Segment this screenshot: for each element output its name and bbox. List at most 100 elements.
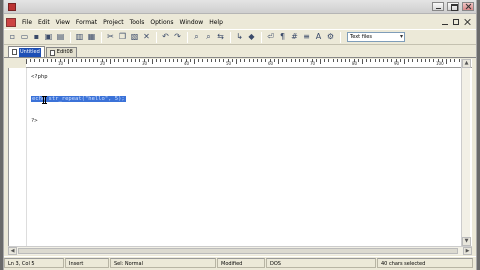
minimize-button[interactable]	[432, 2, 444, 11]
ruler-tick	[458, 59, 460, 62]
menu-tools[interactable]: Tools	[127, 19, 148, 26]
menu-format[interactable]: Format	[73, 19, 100, 26]
ruler-tick	[131, 59, 132, 62]
ruler-tick	[290, 59, 292, 62]
status-selection-info: 40 chars selected	[377, 258, 473, 268]
horizontal-scrollbar[interactable]: ◀ ▶	[8, 246, 472, 255]
cut-icon[interactable]: ✂	[105, 32, 116, 43]
menu-file[interactable]: File	[19, 19, 35, 26]
doc-close-button[interactable]	[464, 19, 470, 25]
editor-gutter	[9, 68, 27, 246]
undo-icon[interactable]: ↶	[160, 32, 171, 43]
redo-icon[interactable]: ↷	[172, 32, 183, 43]
word-wrap-icon[interactable]: ⏎	[265, 32, 276, 43]
scroll-thumb[interactable]	[18, 248, 458, 254]
ruler-tick	[219, 59, 221, 62]
ruler-tick	[30, 59, 32, 62]
ruler-tick	[160, 59, 162, 62]
ruler-tick	[446, 59, 447, 64]
ruler-number: 40	[184, 61, 190, 66]
save-all-icon[interactable]: ▣	[43, 32, 54, 43]
line-numbers-icon[interactable]: #	[289, 32, 300, 43]
tab-edit08[interactable]: Edit08	[45, 47, 77, 57]
scroll-left-icon[interactable]: ◀	[8, 247, 17, 255]
doc-minimize-button[interactable]	[442, 19, 448, 25]
document-menu-icon[interactable]	[6, 17, 16, 27]
settings-icon[interactable]: ⚙	[325, 32, 336, 43]
toolbar-separator	[261, 31, 262, 43]
menu-view[interactable]: View	[53, 19, 73, 26]
maximize-button[interactable]	[447, 2, 459, 11]
app-icon	[8, 3, 16, 11]
file-type-select[interactable]: Text files	[347, 32, 405, 42]
ruler-tick	[454, 59, 456, 62]
status-insert-mode: Insert	[65, 258, 109, 268]
menu-help[interactable]: Help	[206, 19, 226, 26]
font-icon[interactable]: A	[313, 32, 324, 43]
ruler-tick	[152, 59, 153, 64]
code-line: <?php	[31, 74, 48, 80]
ruler-tick	[42, 59, 44, 62]
menu-project[interactable]: Project	[100, 19, 127, 26]
ruler-tick	[156, 59, 158, 62]
ruler-tick	[248, 59, 250, 62]
text-editor[interactable]: <?php echo str_repeat("hello", 5); ?>	[8, 68, 472, 246]
copy-icon[interactable]: ❐	[117, 32, 128, 43]
find-icon[interactable]: ⌕	[191, 32, 202, 43]
ruler-tick	[261, 59, 263, 62]
tab-untitled[interactable]: Untitled	[8, 46, 45, 57]
menu-options[interactable]: Options	[147, 19, 176, 26]
ruler-tick	[189, 59, 191, 62]
toolbar: ▫ ▭ ▪ ▣ ▤ ▥ ▦ ✂ ❐ ▧ ✕ ↶ ↷ ⌕ ⌕ ⇆ ↳ ◆ ⏎ ¶ …	[4, 29, 476, 45]
print-preview-icon[interactable]: ▦	[86, 32, 97, 43]
ruler-tick	[278, 59, 279, 64]
ruler-tick	[324, 59, 326, 62]
ruler-tick	[210, 59, 212, 62]
ruler-tick	[135, 59, 137, 62]
open-folder-icon[interactable]: ▭	[19, 32, 30, 43]
bookmark-icon[interactable]: ◆	[246, 32, 257, 43]
ruler-tick	[164, 59, 166, 62]
delete-icon[interactable]: ✕	[141, 32, 152, 43]
ruler-tick	[139, 59, 141, 62]
ruler-tick	[223, 59, 225, 62]
menu-window[interactable]: Window	[177, 19, 207, 26]
ruler-tick	[362, 59, 363, 64]
document-icon	[49, 49, 55, 56]
doc-restore-button[interactable]	[453, 19, 459, 25]
find-next-icon[interactable]: ⌕	[203, 32, 214, 43]
editor-window: File Edit View Format Project Tools Opti…	[3, 0, 477, 270]
ruler-tick	[231, 59, 233, 62]
save-icon[interactable]: ▪	[31, 32, 42, 43]
close-button[interactable]	[462, 2, 474, 11]
ruler-icon[interactable]: ≡	[301, 32, 312, 43]
show-spaces-icon[interactable]: ¶	[277, 32, 288, 43]
ruler-tick	[307, 59, 309, 62]
ruler-tick	[391, 59, 393, 62]
ruler-tick	[399, 59, 401, 62]
close-file-icon[interactable]: ▤	[55, 32, 66, 43]
ruler-tick	[47, 59, 48, 62]
scroll-up-icon[interactable]: ▲	[462, 59, 471, 68]
ruler-tick	[198, 59, 200, 62]
print-icon[interactable]: ▥	[74, 32, 85, 43]
paste-icon[interactable]: ▧	[129, 32, 140, 43]
status-bar: Ln 3, Col 5 Insert Sel: Normal Modified …	[4, 256, 476, 269]
ruler-tick	[341, 59, 342, 62]
ruler-tick	[345, 59, 347, 62]
menu-edit[interactable]: Edit	[35, 19, 53, 26]
replace-icon[interactable]: ⇆	[215, 32, 226, 43]
document-icon	[12, 49, 17, 55]
code-line: ?>	[31, 118, 38, 124]
status-modified: Modified	[217, 258, 265, 268]
ruler-tick	[299, 59, 300, 62]
ruler-number: 100	[436, 61, 444, 66]
vertical-scrollbar[interactable]: ▲ ▼	[461, 59, 471, 246]
ruler-tick	[114, 59, 116, 62]
ruler-tick	[63, 59, 65, 62]
goto-line-icon[interactable]: ↳	[234, 32, 245, 43]
new-file-icon[interactable]: ▫	[7, 32, 18, 43]
ruler-tick	[122, 59, 124, 62]
scroll-down-icon[interactable]: ▼	[462, 237, 471, 246]
scroll-right-icon[interactable]: ▶	[463, 247, 472, 255]
